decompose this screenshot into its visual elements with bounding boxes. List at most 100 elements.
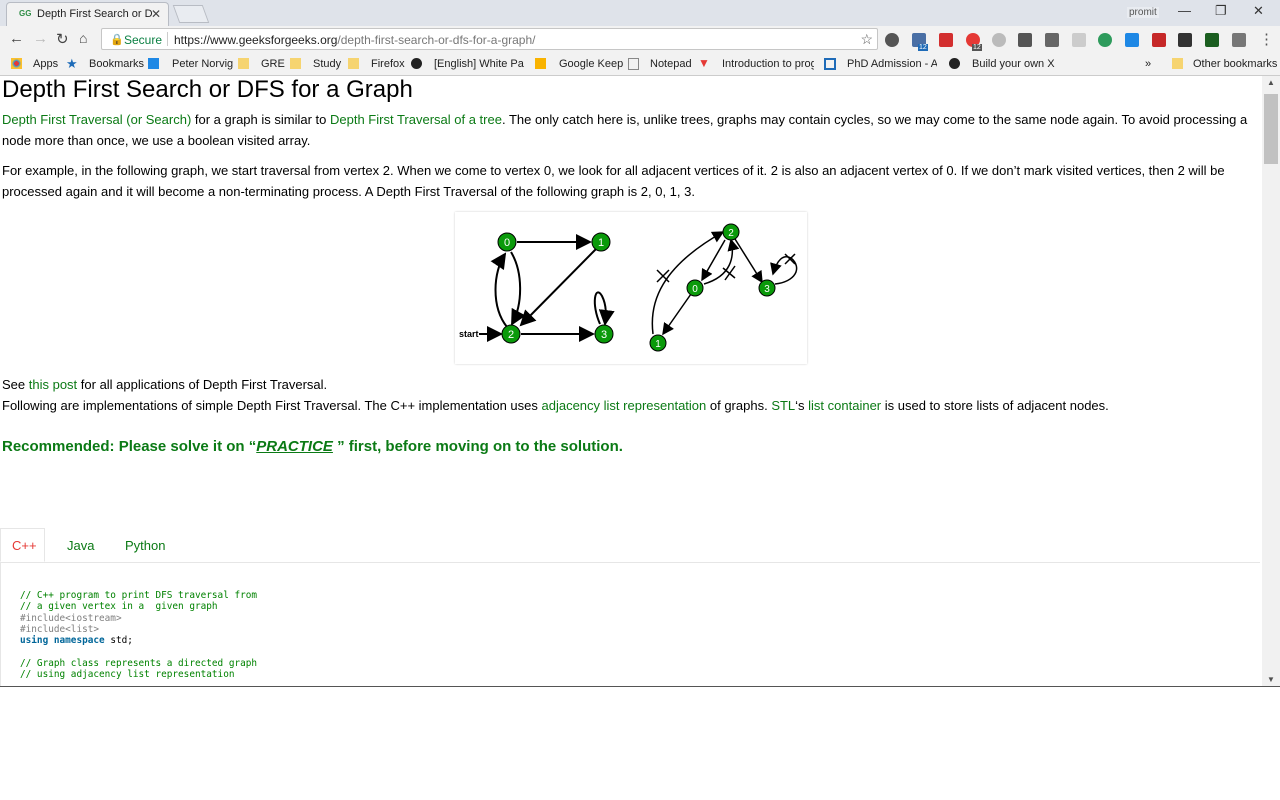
tab-python[interactable]: Python (125, 538, 165, 553)
tab-strip: GG Depth First Search or DFS for a Graph… (0, 0, 1280, 26)
link-this-post[interactable]: this post (29, 377, 77, 392)
gfg-extension-icon[interactable] (1205, 33, 1219, 47)
star-icon: ★ (66, 56, 78, 71)
graph-diagram: start 0 1 2 3 2 0 3 1 (459, 223, 798, 352)
other-bookmarks[interactable]: Other bookmarks (1193, 58, 1277, 70)
reload-icon[interactable]: ↻ (56, 30, 69, 48)
address-bar[interactable]: 🔒 Secure https://www.geeksforgeeks.org/d… (101, 28, 878, 50)
toolbar: ← → ↻ ⌂ 🔒 Secure https://www.geeksforgee… (0, 26, 1280, 53)
bookmark-star-icon[interactable]: ☆ (860, 31, 873, 48)
close-icon[interactable]: ✕ (1253, 3, 1264, 19)
bookmark-build-your-own-x[interactable]: Build your own X (972, 58, 1055, 70)
keep-icon (535, 58, 546, 69)
link-practice[interactable]: PRACTICE (256, 438, 333, 455)
bookmark-intro-prog[interactable]: Introduction to prog (722, 58, 814, 70)
node-r-2: 2 (722, 223, 740, 241)
new-tab-button[interactable] (172, 5, 210, 23)
restore-icon[interactable]: ❐ (1215, 3, 1227, 19)
profile-name[interactable]: promit (1127, 7, 1159, 18)
back-arrow-icon[interactable]: ← (9, 30, 24, 47)
chrome-menu-icon[interactable]: ⋮ (1259, 30, 1274, 48)
edge-r-0-1 (662, 293, 692, 336)
github-icon (411, 58, 422, 69)
gfg-favicon-icon: GG (19, 9, 32, 18)
scroll-up-icon[interactable]: ▲ (1267, 78, 1275, 87)
bookmark-phd-admission[interactable]: PhD Admission - Aft (847, 58, 937, 70)
forward-arrow-icon[interactable]: → (33, 30, 48, 47)
edge-3-3 (593, 291, 615, 326)
link-list-container[interactable]: list container (808, 398, 881, 413)
start-label: start (459, 329, 479, 339)
extension-icon[interactable] (1072, 33, 1086, 47)
bookmark-white-paper[interactable]: [English] White Pape (434, 58, 524, 70)
implementation-paragraph: Following are implementations of simple … (2, 398, 1109, 413)
pocket-icon[interactable] (885, 33, 899, 47)
svg-text:1: 1 (655, 339, 661, 350)
tab-dfs[interactable]: GG Depth First Search or DFS for a Graph… (6, 2, 169, 26)
code-block: // C++ program to print DFS traversal fr… (0, 563, 1261, 686)
home-icon[interactable]: ⌂ (79, 30, 87, 46)
url-host: https://www.geeksforgeeks.org (174, 33, 338, 47)
extension-icon[interactable] (1232, 33, 1246, 47)
bookmarks-overflow-icon[interactable]: » (1145, 58, 1151, 70)
bookmark-notepad[interactable]: Notepad (650, 58, 692, 70)
page-scrollbar[interactable]: ▲ ▼ (1262, 76, 1280, 686)
edge-r-2-3 (734, 238, 763, 284)
svg-text:3: 3 (764, 284, 770, 295)
node-3: 3 (594, 324, 614, 344)
cross-mark (722, 265, 736, 281)
code-line: #include<iostream> (20, 612, 122, 624)
extension-icon[interactable] (1018, 33, 1032, 47)
node-r-0: 0 (686, 279, 704, 297)
minimize-icon[interactable]: — (1178, 3, 1191, 18)
bookmarks-bar: Apps ★ Bookmarks Peter Norvig GRE Study … (0, 53, 1280, 76)
link-stl[interactable]: STL (771, 398, 795, 413)
intro-paragraph: Depth First Traversal (or Search) for a … (2, 112, 1248, 148)
secure-label: Secure (124, 33, 163, 47)
bookmark-gre[interactable]: GRE (261, 58, 285, 70)
bookmark-peter-norvig[interactable]: Peter Norvig (172, 58, 233, 70)
tab-cpp[interactable]: C++ (12, 538, 37, 553)
edge-2-0 (490, 252, 508, 328)
extension-icon[interactable] (1125, 33, 1139, 47)
extension-icon[interactable] (992, 33, 1006, 47)
link-dfs[interactable]: Depth First Traversal (or Search) (2, 112, 191, 127)
code-line: // Graph class represents a directed gra… (20, 657, 258, 669)
svg-text:0: 0 (692, 284, 698, 295)
url-text[interactable]: https://www.geeksforgeeks.org/depth-firs… (174, 33, 536, 47)
folder-icon (290, 58, 301, 69)
tab-title: Depth First Search or DFS for a Graph (37, 8, 153, 20)
extension-badge: 12 (972, 44, 982, 51)
page-icon (628, 58, 639, 70)
mail-icon[interactable] (1045, 33, 1059, 47)
extension-icon[interactable] (939, 33, 953, 47)
page-content: Depth First Search or DFS for a Graph De… (0, 76, 1262, 686)
bookmark-google-keep[interactable]: Google Keep (559, 58, 623, 70)
github-icon (949, 58, 960, 69)
page-title: Depth First Search or DFS for a Graph (2, 76, 413, 103)
code-line: // a given vertex in a given graph (20, 601, 218, 613)
link-adjacency-list[interactable]: adjacency list representation (542, 398, 707, 413)
bookmark-study[interactable]: Study (313, 58, 341, 70)
scrollbar-thumb[interactable] (1264, 94, 1278, 164)
bookmark-apps[interactable]: Apps (33, 58, 58, 70)
code-line: // using adjacency list representation (20, 669, 235, 681)
see-post-paragraph: See this post for all applications of De… (2, 377, 328, 392)
bookmark-bookmarks[interactable]: Bookmarks (89, 58, 144, 70)
tab-java[interactable]: Java (67, 538, 94, 553)
edge-r-3-3 (770, 256, 798, 285)
tab-close-icon[interactable]: ✕ (151, 7, 161, 21)
bookmark-firefox[interactable]: Firefox (371, 58, 405, 70)
extension-icon[interactable] (1098, 33, 1112, 47)
svg-text:0: 0 (504, 237, 510, 249)
scroll-down-icon[interactable]: ▼ (1267, 675, 1275, 684)
folder-icon (1172, 58, 1183, 69)
extension-icon[interactable] (1152, 33, 1166, 47)
extension-icon[interactable] (1178, 33, 1192, 47)
code-line: #include<list> (20, 623, 100, 635)
node-2: 2 (501, 324, 521, 344)
edge-1-2 (519, 248, 597, 327)
edge-0-2 (510, 251, 526, 326)
apps-icon (11, 58, 22, 69)
link-dft-tree[interactable]: Depth First Traversal of a tree (330, 112, 502, 127)
